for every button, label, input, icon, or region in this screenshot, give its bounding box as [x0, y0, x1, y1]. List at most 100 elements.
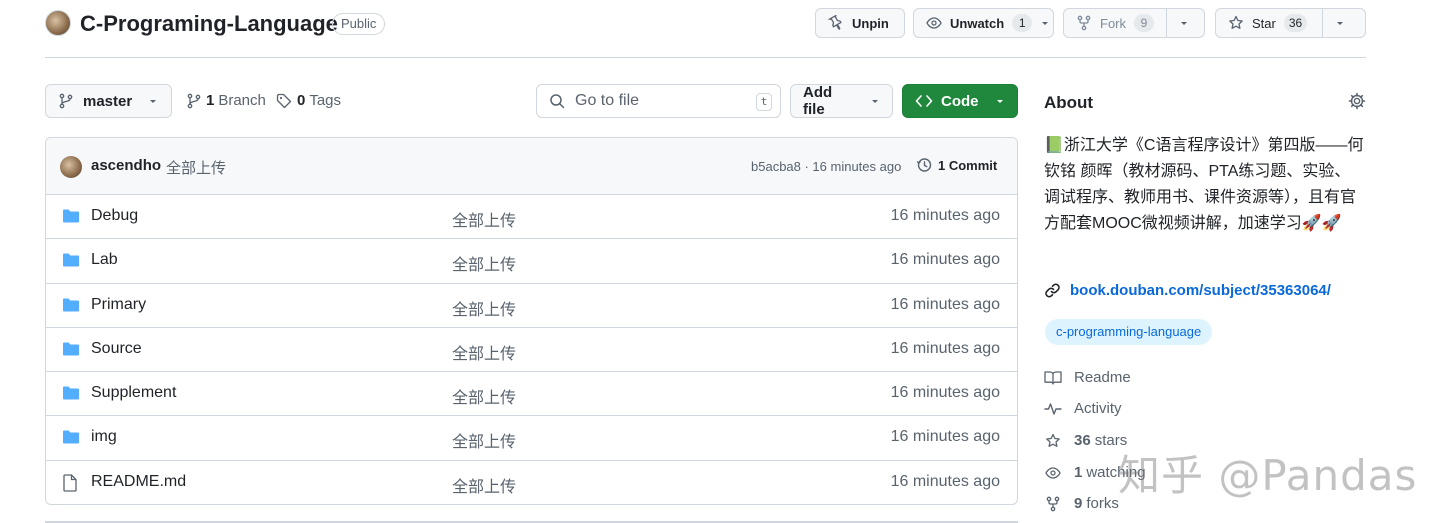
tags-link[interactable]: 0 Tags: [276, 92, 341, 109]
forks-count: 9: [1074, 495, 1083, 512]
unwatch-button[interactable]: Unwatch 1: [913, 8, 1054, 38]
activity-label: Activity: [1074, 400, 1122, 417]
file-row[interactable]: Debug 全部上传 16 minutes ago: [46, 195, 1017, 240]
fork-label: Fork: [1100, 15, 1126, 31]
add-file-button[interactable]: Add file: [790, 84, 893, 118]
gear-icon[interactable]: [1348, 92, 1366, 115]
forks-label: forks: [1086, 495, 1119, 512]
watermark-text: 知乎 @Pandas: [1118, 451, 1418, 500]
stars-link[interactable]: 36 stars: [1044, 432, 1127, 449]
file-name[interactable]: img: [91, 428, 117, 446]
branch-label: Branch: [218, 92, 266, 109]
folder-icon: [62, 341, 80, 362]
file-commit-message[interactable]: 全部上传: [452, 473, 516, 497]
commit-history-link[interactable]: 1 Commit: [916, 157, 997, 173]
file-commit-message[interactable]: 全部上传: [452, 207, 516, 231]
code-button[interactable]: Code: [902, 84, 1018, 118]
commit-author-avatar[interactable]: [60, 156, 82, 178]
star-button[interactable]: Star 36: [1215, 8, 1366, 38]
tag-icon: [276, 93, 292, 108]
readme-link[interactable]: Readme: [1044, 369, 1131, 386]
fork-icon: [1077, 15, 1091, 31]
topic-tag[interactable]: c-programming-language: [1045, 319, 1213, 345]
branch-name: master: [83, 92, 133, 110]
commit-message[interactable]: 全部上传: [166, 157, 226, 178]
unpin-label: Unpin: [852, 15, 889, 31]
watch-count: 1: [1012, 14, 1033, 32]
file-commit-message[interactable]: 全部上传: [452, 251, 516, 275]
tag-count: 0: [297, 92, 306, 109]
star-icon: [1229, 15, 1243, 29]
caret-down-icon: [996, 100, 1003, 103]
file-commit-time: 16 minutes ago: [890, 295, 1000, 313]
file-commit-time: 16 minutes ago: [890, 339, 1000, 357]
file-rows: Debug 全部上传 16 minutes ago Lab 全部上传 16 minutes…: [46, 195, 1017, 504]
folder-icon: [62, 385, 80, 406]
file-name[interactable]: Source: [91, 340, 142, 358]
fork-count: 9: [1134, 14, 1154, 32]
file-commit-time: 16 minutes ago: [890, 384, 1000, 402]
fork-button[interactable]: Fork 9: [1063, 8, 1205, 38]
shortcut-hint: t: [756, 93, 772, 111]
unpin-button[interactable]: Unpin: [815, 8, 905, 38]
file-commit-message[interactable]: 全部上传: [452, 384, 516, 408]
header-divider: [45, 57, 1366, 58]
commit-author[interactable]: ascendho: [91, 157, 161, 174]
fork-dropdown[interactable]: [1166, 9, 1209, 37]
homepage-link[interactable]: book.douban.com/subject/35363064/: [1044, 282, 1331, 299]
star-dropdown[interactable]: [1322, 9, 1365, 37]
tag-label: Tags: [309, 92, 342, 109]
book-icon: [1044, 370, 1062, 385]
pulse-icon: [1044, 402, 1062, 415]
folder-icon: [62, 252, 80, 273]
branch-icon: [59, 93, 73, 109]
file-row[interactable]: img 全部上传 16 minutes ago: [46, 416, 1017, 461]
repo-header: C-Programing-Language Public Unpin Unwat…: [45, 8, 1366, 40]
file-name[interactable]: README.md: [91, 473, 186, 491]
file-row[interactable]: Supplement 全部上传 16 minutes ago: [46, 372, 1017, 417]
add-file-label: Add file: [803, 84, 833, 118]
file-commit-time: 16 minutes ago: [890, 251, 1000, 269]
file-name[interactable]: Lab: [91, 251, 118, 269]
fork-icon: [1046, 496, 1060, 511]
caret-down-icon: [872, 100, 878, 103]
branch-count: 1: [206, 92, 215, 109]
file-row[interactable]: Source 全部上传 16 minutes ago: [46, 328, 1017, 373]
caret-down-icon: [1337, 22, 1343, 25]
repo-name[interactable]: C-Programing-Language: [80, 11, 338, 37]
branch-selector[interactable]: master: [45, 84, 172, 118]
watching-count: 1: [1074, 464, 1083, 481]
go-to-file-input[interactable]: Go to file t: [536, 84, 781, 118]
caret-down-icon: [1042, 22, 1049, 25]
file-commit-time: 16 minutes ago: [890, 207, 1000, 224]
forks-link[interactable]: 9 forks: [1044, 495, 1119, 512]
file-commit-message[interactable]: 全部上传: [452, 340, 516, 364]
file-row[interactable]: Lab 全部上传 16 minutes ago: [46, 239, 1017, 284]
file-commit-message[interactable]: 全部上传: [452, 428, 516, 452]
history-icon: [916, 158, 932, 172]
file-commit-message[interactable]: 全部上传: [452, 296, 516, 320]
owner-avatar[interactable]: [45, 10, 71, 36]
eye-icon: [1045, 466, 1061, 479]
star-count: 36: [1283, 14, 1308, 32]
commit-count-label: 1 Commit: [938, 157, 998, 173]
file-commit-time: 16 minutes ago: [890, 428, 1000, 446]
about-title: About: [1044, 93, 1094, 112]
activity-link[interactable]: Activity: [1044, 400, 1122, 417]
homepage-link-text: book.douban.com/subject/35363064/: [1070, 282, 1331, 299]
code-icon: [915, 95, 933, 107]
file-name[interactable]: Primary: [91, 296, 146, 314]
file-name[interactable]: Debug: [91, 207, 138, 225]
unwatch-label: Unwatch: [950, 15, 1005, 31]
search-icon: [550, 94, 565, 109]
star-icon: [1046, 433, 1060, 447]
code-label: Code: [941, 92, 979, 110]
file-row[interactable]: Primary 全部上传 16 minutes ago: [46, 284, 1017, 328]
file-row[interactable]: README.md 全部上传 16 minutes ago: [46, 461, 1017, 504]
folder-icon: [62, 297, 80, 318]
branches-link[interactable]: 1 Branch: [186, 92, 266, 109]
folder-icon: [62, 429, 80, 450]
file-name[interactable]: Supplement: [91, 384, 176, 402]
commit-meta[interactable]: b5acba8 · 16 minutes ago: [751, 159, 901, 174]
file-listing: ascendho 全部上传 b5acba8 · 16 minutes ago 1…: [45, 137, 1018, 505]
